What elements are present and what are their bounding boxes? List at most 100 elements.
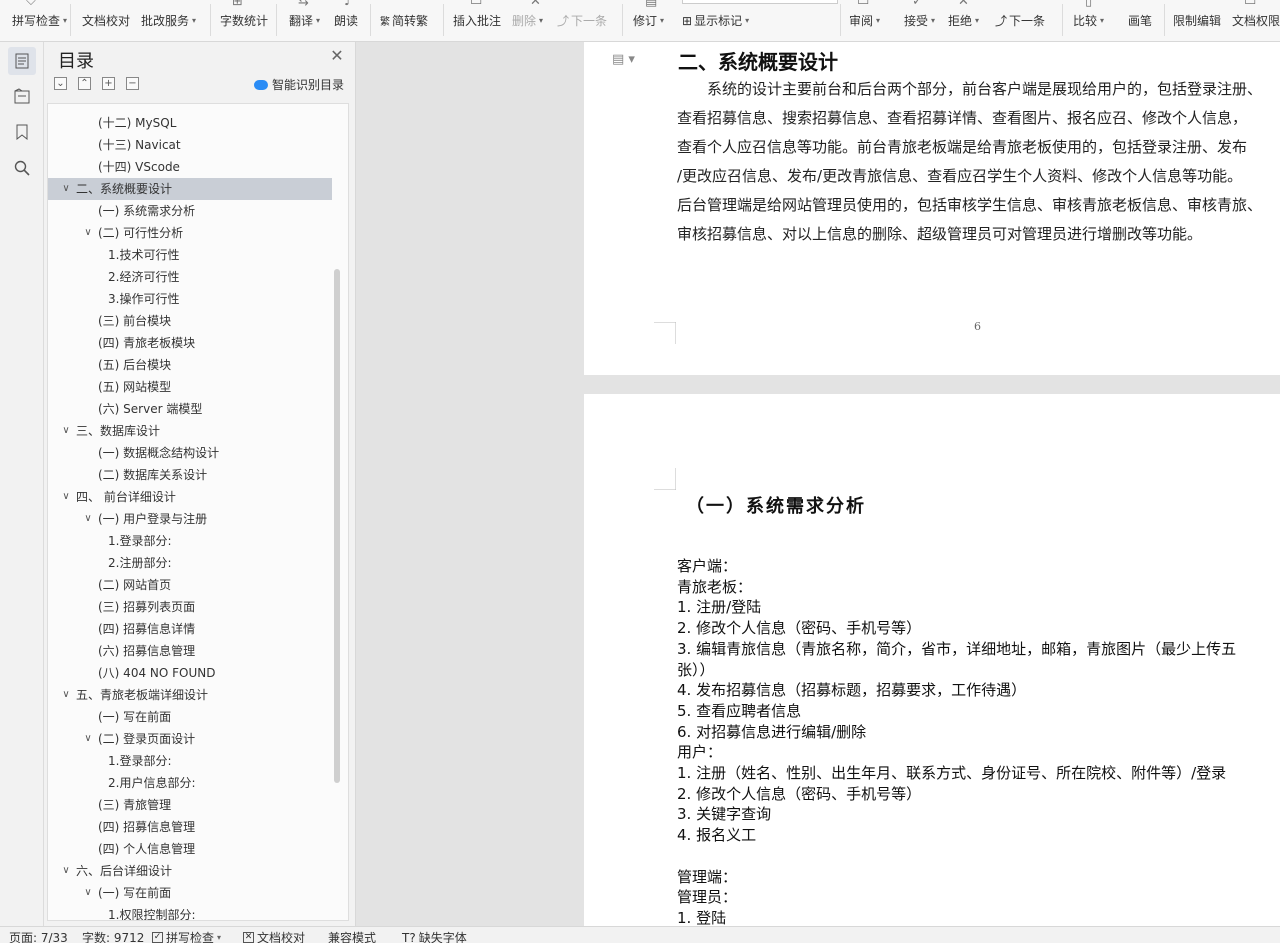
ribbon-button-14[interactable]: 拒绝 ▾: [948, 12, 979, 29]
list-line: [677, 846, 1280, 867]
ribbon-search-box[interactable]: [682, 0, 838, 4]
search-icon[interactable]: [8, 154, 36, 182]
smart-toc-button[interactable]: 智能识别目录: [254, 76, 344, 93]
close-icon[interactable]: ✕: [329, 48, 345, 64]
expand-arrow-icon[interactable]: ∨: [60, 486, 72, 508]
toc-item[interactable]: 2.用户信息部分:: [48, 772, 332, 794]
toc-item-label: 1.权限控制部分:: [108, 908, 196, 921]
toc-item[interactable]: ∨ (一) 用户登录与注册: [48, 508, 332, 530]
expand-arrow-icon[interactable]: ∨: [60, 420, 72, 442]
toc-item[interactable]: (十二) MySQL: [48, 112, 332, 134]
toc-item[interactable]: (六) Server 端模型: [48, 398, 332, 420]
ribbon-separator: [622, 4, 623, 36]
word-count[interactable]: 字数: 9712: [82, 929, 144, 943]
toc-item[interactable]: ∨ (二) 可行性分析: [48, 222, 332, 244]
ribbon-top-icon: ✓: [912, 0, 923, 9]
expand-arrow-icon[interactable]: ∨: [82, 222, 94, 244]
expand-arrow-icon[interactable]: ∨: [82, 508, 94, 530]
toc-item[interactable]: (十三) Navicat: [48, 134, 332, 156]
toc-item[interactable]: (五) 网站模型: [48, 376, 332, 398]
ribbon-button-11[interactable]: ⊞ 显示标记 ▾: [682, 12, 749, 29]
expand-arrow-icon[interactable]: ∨: [60, 684, 72, 706]
toc-item[interactable]: (一) 写在前面: [48, 706, 332, 728]
toc-item[interactable]: (二) 数据库关系设计: [48, 464, 332, 486]
toc-item[interactable]: 1.登录部分:: [48, 750, 332, 772]
toc-item[interactable]: (五) 后台模块: [48, 354, 332, 376]
toc-item[interactable]: ∨ 五、青旅老板端详细设计: [48, 684, 332, 706]
chevron-down-icon: ▾: [660, 16, 665, 25]
doc-format-icon[interactable]: ▤ ▾: [612, 52, 635, 67]
toc-item[interactable]: (四) 个人信息管理: [48, 838, 332, 860]
spell-check-status[interactable]: ✓ 拼写检查 ▾: [152, 929, 221, 943]
toc-item[interactable]: (一) 系统需求分析: [48, 200, 332, 222]
show-markup-icon: ⊞: [682, 13, 693, 28]
add-heading-icon[interactable]: +: [102, 77, 115, 90]
toc-panel-icon[interactable]: [8, 47, 36, 75]
ribbon-button-4[interactable]: 翻译 ▾: [289, 12, 320, 29]
chapter-nav-icon[interactable]: [8, 82, 36, 110]
toc-item[interactable]: (四) 招募信息详情: [48, 618, 332, 640]
status-bar: 页面: 7/33 字数: 9712 ✓ 拼写检查 ▾ ✕ 文档校对 兼容模式 T…: [0, 926, 1280, 943]
toc-item[interactable]: (十四) VScode: [48, 156, 332, 178]
ribbon-button-9[interactable]: ⤴ 下一条: [557, 12, 607, 29]
toc-item[interactable]: ∨ (二) 登录页面设计: [48, 728, 332, 750]
expand-arrow-icon[interactable]: ∨: [60, 178, 72, 200]
toc-item[interactable]: (三) 青旅管理: [48, 794, 332, 816]
ribbon-button-1[interactable]: 文档校对: [82, 12, 130, 29]
toc-item[interactable]: (八) 404 NO FOUND: [48, 662, 332, 684]
toc-item[interactable]: (一) 数据概念结构设计: [48, 442, 332, 464]
toc-item[interactable]: (四) 招募信息管理: [48, 816, 332, 838]
toc-scrollbar[interactable]: [334, 269, 340, 783]
ribbon-button-19[interactable]: 文档权限: [1232, 12, 1280, 29]
margin-corner-mark: [654, 322, 676, 344]
toc-item[interactable]: (三) 招募列表页面: [48, 596, 332, 618]
toc-item[interactable]: 1.登录部分:: [48, 530, 332, 552]
expand-arrow-icon[interactable]: ∨: [82, 728, 94, 750]
ribbon-button-8[interactable]: 删除 ▾: [512, 12, 543, 29]
toc-item-label: (六) 招募信息管理: [98, 644, 196, 658]
chevron-down-icon: ▾: [316, 16, 321, 25]
toc-item[interactable]: 1.技术可行性: [48, 244, 332, 266]
ribbon-button-6[interactable]: 繁简转繁: [380, 12, 428, 29]
toc-item[interactable]: ∨ (一) 写在前面: [48, 882, 332, 904]
collapse-all-icon[interactable]: ⌄: [54, 77, 67, 90]
ribbon-button-5[interactable]: 朗读: [334, 12, 358, 29]
ribbon-button-13[interactable]: 接受 ▾: [904, 12, 935, 29]
toc-item[interactable]: ∨ 三、数据库设计: [48, 420, 332, 442]
toc-item[interactable]: 2.注册部分:: [48, 552, 332, 574]
ribbon-button-17[interactable]: 画笔: [1128, 12, 1152, 29]
remove-heading-icon[interactable]: −: [126, 77, 139, 90]
ribbon-button-3[interactable]: 字数统计: [220, 12, 268, 29]
bookmark-icon[interactable]: [8, 118, 36, 146]
proofread-status[interactable]: ✕ 文档校对: [243, 929, 305, 943]
toc-item[interactable]: (六) 招募信息管理: [48, 640, 332, 662]
expand-arrow-icon[interactable]: ∨: [82, 882, 94, 904]
toc-item-label: (四) 青旅老板模块: [98, 336, 196, 350]
expand-up-icon[interactable]: ⌃: [78, 77, 91, 90]
toc-item-label: 三、数据库设计: [76, 424, 161, 438]
page-indicator[interactable]: 页面: 7/33: [9, 929, 68, 943]
toc-item[interactable]: ∨ 二、系统概要设计: [48, 178, 332, 200]
list-line: 4. 发布招募信息（招募标题，招募要求，工作待遇）: [677, 681, 1027, 700]
ribbon-button-7[interactable]: 插入批注: [453, 12, 501, 29]
ribbon-button-18[interactable]: 限制编辑: [1173, 12, 1221, 29]
ribbon-button-16[interactable]: 比较 ▾: [1073, 12, 1104, 29]
ribbon-button-12[interactable]: 审阅 ▾: [849, 12, 880, 29]
toc-item[interactable]: (四) 青旅老板模块: [48, 332, 332, 354]
list-line: 3. 关键字查询: [677, 805, 772, 824]
toc-item[interactable]: (三) 前台模块: [48, 310, 332, 332]
ribbon-button-0[interactable]: 拼写检查 ▾: [12, 12, 67, 29]
toc-item[interactable]: (二) 网站首页: [48, 574, 332, 596]
toc-item[interactable]: ∨ 六、后台详细设计: [48, 860, 332, 882]
ribbon-button-10[interactable]: 修订 ▾: [633, 12, 664, 29]
toc-item[interactable]: 3.操作可行性: [48, 288, 332, 310]
ribbon-button-15[interactable]: ⤴ 下一条: [995, 12, 1045, 29]
toc-item[interactable]: 2.经济可行性: [48, 266, 332, 288]
toc-title: 目录: [58, 51, 94, 72]
ribbon-button-2[interactable]: 批改服务 ▾: [141, 12, 196, 29]
ribbon-top-icon: ▤: [645, 0, 658, 9]
missing-font-status[interactable]: T? 缺失字体: [402, 929, 467, 943]
toc-item[interactable]: ∨ 四、 前台详细设计: [48, 486, 332, 508]
expand-arrow-icon[interactable]: ∨: [60, 860, 72, 882]
toc-item[interactable]: 1.权限控制部分:: [48, 904, 332, 921]
